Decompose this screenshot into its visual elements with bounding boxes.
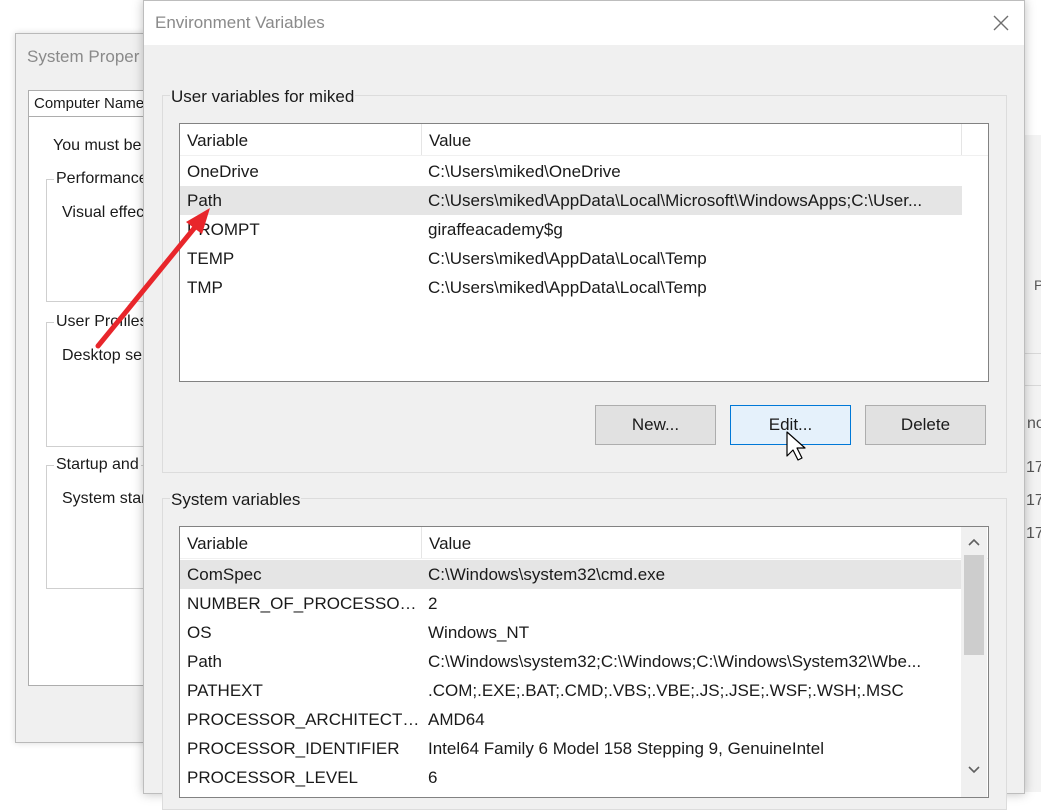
variable-name: TMP xyxy=(187,278,223,297)
variable-value: 6 xyxy=(428,768,438,787)
variable-value: C:\Users\miked\AppData\Local\Temp xyxy=(428,249,707,268)
system-var-row-path[interactable]: Path C:\Windows\system32;C:\Windows;C:\W… xyxy=(180,647,962,676)
variable-value: Intel64 Family 6 Model 158 Stepping 9, G… xyxy=(428,739,824,758)
column-header-value[interactable]: Value xyxy=(422,527,962,558)
user-variables-list[interactable]: Variable Value OneDrive C:\Users\miked\O… xyxy=(179,123,989,382)
system-properties-title: System Proper xyxy=(27,47,140,66)
edit-button[interactable]: Edit... xyxy=(730,405,851,445)
variable-name: PATHEXT xyxy=(187,681,263,700)
performance-legend: Performance xyxy=(54,170,150,188)
variable-value: C:\Windows\system32\cmd.exe xyxy=(428,565,666,584)
dialog-title: Environment Variables xyxy=(155,13,325,32)
variable-value: C:\Users\miked\AppData\Local\Microsoft\W… xyxy=(428,191,923,210)
scroll-down-arrow[interactable] xyxy=(961,757,987,783)
user-var-row-onedrive[interactable]: OneDrive C:\Users\miked\OneDrive xyxy=(180,157,962,186)
system-var-row-processor-architecture[interactable]: PROCESSOR_ARCHITECTURE AMD64 xyxy=(180,705,962,734)
variable-name: PROMPT xyxy=(187,220,260,239)
right-window-text: 17 xyxy=(1026,525,1041,542)
system-var-row-os[interactable]: OS Windows_NT xyxy=(180,618,962,647)
chevron-down-icon xyxy=(968,766,980,774)
user-profiles-legend: User Profiles xyxy=(54,313,150,331)
variable-value: AMD64 xyxy=(428,710,485,729)
variable-value: .COM;.EXE;.BAT;.CMD;.VBS;.VBE;.JS;.JSE;.… xyxy=(428,681,904,700)
variable-name: OS xyxy=(187,623,212,642)
variable-name: PROCESSOR_IDENTIFIER xyxy=(187,739,400,758)
user-var-row-path[interactable]: Path C:\Users\miked\AppData\Local\Micros… xyxy=(180,186,962,215)
variable-name: Path xyxy=(187,652,222,671)
close-icon xyxy=(993,15,1009,31)
right-window-text: 17 xyxy=(1026,492,1041,509)
system-variables-scrollbar[interactable] xyxy=(961,527,987,797)
system-variables-header: Variable Value xyxy=(180,527,988,559)
new-button[interactable]: New... xyxy=(595,405,716,445)
system-variables-label: System variables xyxy=(170,490,302,510)
admin-notice: You must be xyxy=(53,137,142,154)
right-window-text: P xyxy=(1034,277,1041,293)
column-header-variable[interactable]: Variable xyxy=(180,124,422,155)
right-window-text: no xyxy=(1027,415,1041,432)
variable-name: PROCESSOR_ARCHITECTURE xyxy=(187,710,423,729)
variable-value: C:\Windows\system32;C:\Windows;C:\Window… xyxy=(428,652,922,671)
variable-name: PROCESSOR_LEVEL xyxy=(187,768,359,787)
system-var-row-pathext[interactable]: PATHEXT .COM;.EXE;.BAT;.CMD;.VBS;.VBE;.J… xyxy=(180,676,962,705)
startup-text: System star xyxy=(62,490,147,507)
variable-value: C:\Users\miked\AppData\Local\Temp xyxy=(428,278,707,297)
right-window-text: 17 xyxy=(1026,459,1041,476)
column-header-variable[interactable]: Variable xyxy=(180,527,422,558)
variable-name: Path xyxy=(187,191,222,210)
user-variables-label: User variables for miked xyxy=(170,87,356,107)
scroll-up-arrow[interactable] xyxy=(961,529,987,555)
variable-name: OneDrive xyxy=(187,162,259,181)
user-profiles-text: Desktop se xyxy=(62,347,143,364)
scroll-thumb[interactable] xyxy=(964,555,984,655)
variable-value: C:\Users\miked\OneDrive xyxy=(428,162,621,181)
performance-text: Visual effec xyxy=(62,204,145,221)
close-button[interactable] xyxy=(978,1,1024,45)
tab-computer-name-label: Computer Name xyxy=(34,95,145,112)
column-header-value[interactable]: Value xyxy=(422,124,962,155)
user-var-row-prompt[interactable]: PROMPT giraffeacademy$g xyxy=(180,215,962,244)
dialog-titlebar[interactable]: Environment Variables xyxy=(144,1,1024,45)
system-var-row-processor-level[interactable]: PROCESSOR_LEVEL 6 xyxy=(180,763,962,792)
system-var-row-comspec[interactable]: ComSpec C:\Windows\system32\cmd.exe xyxy=(180,560,962,589)
user-var-row-temp[interactable]: TEMP C:\Users\miked\AppData\Local\Temp xyxy=(180,244,962,273)
variable-value: giraffeacademy$g xyxy=(428,220,563,239)
system-var-row-number-of-processors[interactable]: NUMBER_OF_PROCESSORS 2 xyxy=(180,589,962,618)
user-var-row-tmp[interactable]: TMP C:\Users\miked\AppData\Local\Temp xyxy=(180,273,962,302)
user-variables-header: Variable Value xyxy=(180,124,988,156)
environment-variables-dialog: Environment Variables User variables for… xyxy=(143,0,1025,810)
variable-name: ComSpec xyxy=(187,565,262,584)
chevron-up-icon xyxy=(968,538,980,546)
delete-button[interactable]: Delete xyxy=(865,405,986,445)
variable-name: TEMP xyxy=(187,249,235,268)
variable-value: Windows_NT xyxy=(428,623,530,642)
system-variables-list[interactable]: Variable Value ComSpec C:\Windows\system… xyxy=(179,526,989,798)
startup-legend: Startup and xyxy=(54,456,141,474)
system-var-row-processor-identifier[interactable]: PROCESSOR_IDENTIFIER Intel64 Family 6 Mo… xyxy=(180,734,962,763)
variable-name: NUMBER_OF_PROCESSORS xyxy=(187,594,423,613)
variable-value: 2 xyxy=(428,594,438,613)
